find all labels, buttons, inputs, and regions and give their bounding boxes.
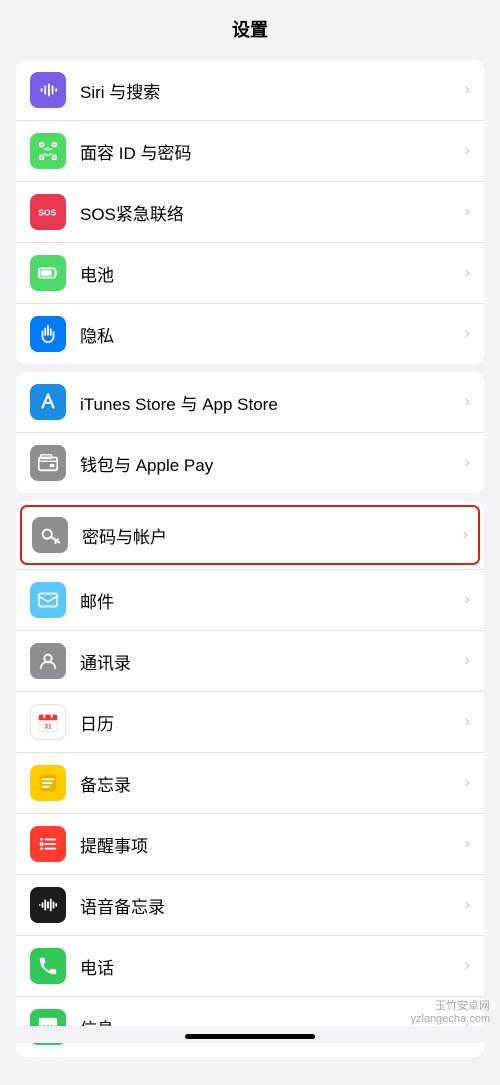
privacy-icon bbox=[30, 316, 66, 352]
wallet-chevron: › bbox=[465, 454, 470, 472]
calendar-chevron: › bbox=[465, 713, 470, 731]
passwords-row[interactable]: 密码与帐户 › bbox=[20, 505, 480, 565]
faceid-row[interactable]: 面容 ID 与密码 › bbox=[16, 121, 484, 182]
settings-group-3: 密码与帐户 › 邮件 › 通讯录 › bbox=[16, 501, 484, 1057]
phone-icon bbox=[30, 948, 66, 984]
privacy-label: 隐私 bbox=[80, 322, 459, 347]
faceid-label: 面容 ID 与密码 bbox=[80, 139, 459, 164]
watermark-line1: 玉竹安卓网 bbox=[411, 997, 491, 1013]
appstore-icon bbox=[30, 384, 66, 420]
phone-label: 电话 bbox=[80, 954, 459, 979]
battery-icon bbox=[30, 255, 66, 291]
itunes-label: iTunes Store 与 App Store bbox=[80, 390, 459, 415]
faceid-chevron: › bbox=[465, 142, 470, 160]
watermark: 玉竹安卓网 yzlangecha.com bbox=[411, 997, 491, 1025]
phone-row[interactable]: 电话 › bbox=[16, 936, 484, 997]
itunes-row[interactable]: iTunes Store 与 App Store › bbox=[16, 372, 484, 433]
settings-group-1: Siri 与搜索 › 面容 ID 与密码 › SOS SOS紧急联 bbox=[16, 60, 484, 364]
voicememos-label: 语音备忘录 bbox=[80, 893, 459, 918]
notes-label: 备忘录 bbox=[80, 771, 459, 796]
phone-chevron: › bbox=[465, 957, 470, 975]
siri-chevron: › bbox=[465, 81, 470, 99]
reminders-chevron: › bbox=[465, 835, 470, 853]
key-icon bbox=[32, 517, 68, 553]
voicememos-icon bbox=[30, 887, 66, 923]
battery-chevron: › bbox=[465, 264, 470, 282]
wallet-row[interactable]: 钱包与 Apple Pay › bbox=[16, 433, 484, 493]
mail-label: 邮件 bbox=[80, 588, 459, 613]
mail-icon bbox=[30, 582, 66, 618]
passwords-highlighted-container: 密码与帐户 › bbox=[16, 501, 484, 570]
mail-row[interactable]: 邮件 › bbox=[16, 570, 484, 631]
siri-label: Siri 与搜索 bbox=[80, 78, 459, 103]
calendar-label: 日历 bbox=[80, 710, 459, 735]
passwords-label: 密码与帐户 bbox=[82, 523, 457, 548]
sos-row[interactable]: SOS SOS紧急联络 › bbox=[16, 182, 484, 243]
notes-chevron: › bbox=[465, 774, 470, 792]
reminders-label: 提醒事项 bbox=[80, 832, 459, 857]
calendar-row[interactable]: 31 日历 › bbox=[16, 692, 484, 753]
reminders-icon bbox=[30, 826, 66, 862]
contacts-row[interactable]: 通讯录 › bbox=[16, 631, 484, 692]
mail-chevron: › bbox=[465, 591, 470, 609]
contacts-icon bbox=[30, 643, 66, 679]
battery-row[interactable]: 电池 › bbox=[16, 243, 484, 304]
reminders-row[interactable]: 提醒事项 › bbox=[16, 814, 484, 875]
passwords-chevron: › bbox=[463, 526, 468, 544]
calendar-icon: 31 bbox=[30, 704, 66, 740]
siri-row[interactable]: Siri 与搜索 › bbox=[16, 60, 484, 121]
contacts-chevron: › bbox=[465, 652, 470, 670]
sos-label: SOS紧急联络 bbox=[80, 200, 459, 225]
faceid-icon bbox=[30, 133, 66, 169]
notes-row[interactable]: 备忘录 › bbox=[16, 753, 484, 814]
contacts-label: 通讯录 bbox=[80, 649, 459, 674]
home-indicator bbox=[185, 1034, 315, 1039]
privacy-row[interactable]: 隐私 › bbox=[16, 304, 484, 364]
voicememos-row[interactable]: 语音备忘录 › bbox=[16, 875, 484, 936]
page-title: 设置 bbox=[0, 0, 500, 52]
wallet-icon bbox=[30, 445, 66, 481]
sos-icon: SOS bbox=[30, 194, 66, 230]
bottom-spacer bbox=[0, 1065, 500, 1085]
voicememos-chevron: › bbox=[465, 896, 470, 914]
itunes-chevron: › bbox=[465, 393, 470, 411]
sos-chevron: › bbox=[465, 203, 470, 221]
privacy-chevron: › bbox=[465, 325, 470, 343]
watermark-line2: yzlangecha.com bbox=[411, 1013, 491, 1025]
battery-label: 电池 bbox=[80, 261, 459, 286]
notes-icon bbox=[30, 765, 66, 801]
home-indicator-bar bbox=[0, 1026, 500, 1043]
settings-group-2: iTunes Store 与 App Store › 钱包与 Apple Pay… bbox=[16, 372, 484, 493]
svg-text:31: 31 bbox=[44, 723, 52, 730]
svg-text:SOS: SOS bbox=[38, 208, 56, 218]
wallet-label: 钱包与 Apple Pay bbox=[80, 451, 459, 476]
siri-icon bbox=[30, 72, 66, 108]
